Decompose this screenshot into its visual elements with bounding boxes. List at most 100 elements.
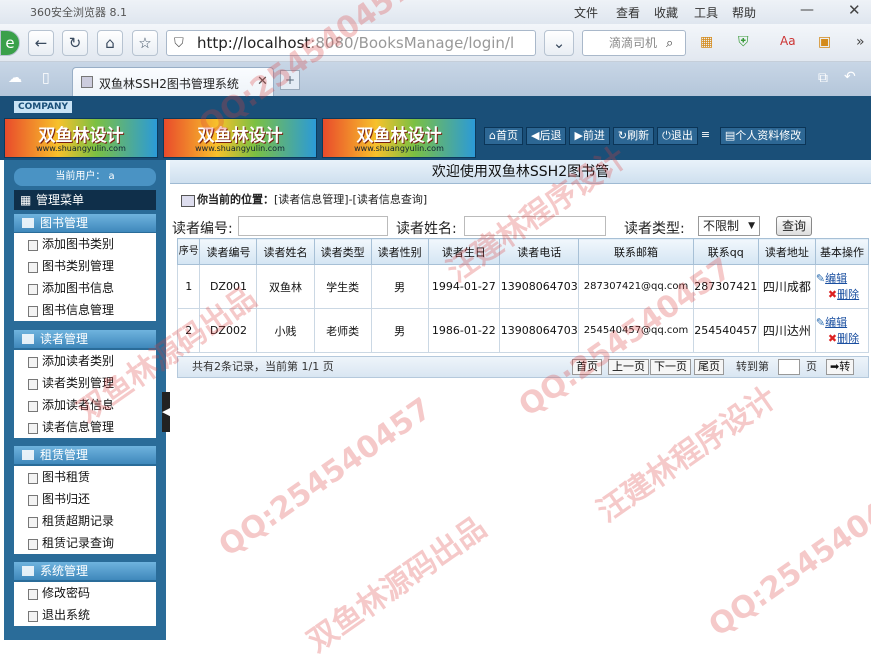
sidebar-item-logout[interactable]: 退出系统	[14, 604, 156, 626]
next-page-button[interactable]: 下一页	[650, 359, 691, 375]
chevron-down-icon[interactable]: ⌄	[544, 30, 574, 56]
prev-page-button[interactable]: 上一页	[608, 359, 649, 375]
first-page-button[interactable]: 首页	[572, 359, 602, 375]
sidebar-item-add-book-category[interactable]: 添加图书类别	[14, 233, 156, 255]
cell-actions: ✎编辑 ✖删除	[814, 308, 870, 353]
nav-refresh-button[interactable]: ↻刷新	[612, 127, 655, 145]
logo-text: 双鱼林设计	[356, 126, 442, 146]
refresh-icon[interactable]: ↻	[62, 30, 88, 56]
sidebar-item-book-category-manage[interactable]: 图书类别管理	[14, 255, 156, 277]
menu-tools[interactable]: 工具	[694, 4, 718, 21]
cell-email: 254540457@qq.com	[578, 308, 694, 353]
sidebar-item-rental-query[interactable]: 租赁记录查询	[14, 532, 156, 554]
close-tab-icon[interactable]: ✕	[257, 74, 268, 89]
extension-icon[interactable]: ▣	[818, 34, 831, 50]
reader-name-input[interactable]	[464, 216, 606, 236]
page-title: 欢迎使用双鱼林SSH2图书管	[170, 160, 871, 184]
edit-link[interactable]: ✎编辑	[816, 271, 868, 287]
cell-reader-birthday: 1986-01-22	[427, 308, 501, 353]
home-icon[interactable]: ⌂	[97, 30, 123, 56]
menu-group-rentals[interactable]: 租赁管理	[14, 446, 156, 464]
menu-group-readers-items: 添加读者类别 读者类别管理 添加读者信息 读者信息管理	[14, 350, 156, 438]
logo-url: www.shuangyulin.com	[36, 144, 126, 153]
filter-bar: 读者编号: 读者姓名: 读者类型:	[172, 214, 871, 238]
search-icon[interactable]: ⌕	[666, 36, 673, 51]
cell-qq: 287307421	[692, 264, 759, 309]
logo-url: www.shuangyulin.com	[195, 144, 285, 153]
menu-group-system-items: 修改密码 退出系统	[14, 582, 156, 626]
breadcrumb: 你当前的位置：[读者信息管理]-[读者信息查询]	[177, 191, 864, 209]
sidebar-item-book-rent[interactable]: 图书租赁	[14, 466, 156, 488]
apps-icon[interactable]: ▦	[700, 34, 713, 50]
chevron-down-icon: ▼	[748, 221, 755, 231]
menu-group-readers[interactable]: 读者管理	[14, 330, 156, 348]
delete-link[interactable]: ✖删除	[816, 331, 868, 347]
delete-icon: ✖	[827, 287, 838, 301]
menu-group-system[interactable]: 系统管理	[14, 562, 156, 580]
browser-tabbar: ☁ ▯ 双鱼林SSH2图书管理系统 ✕ + ⧉ ↶	[0, 62, 871, 96]
go-button[interactable]: ➡转	[826, 359, 855, 375]
table-header-row: 序号 读者编号 读者姓名 读者类型 读者性别 读者生日 读者电话 联系邮箱 联系…	[176, 238, 870, 265]
shield-icon: ⛉	[174, 36, 184, 51]
cell-reader-phone: 13908064703	[499, 308, 580, 353]
nav-profile-button[interactable]: ▤个人资料修改	[719, 127, 807, 145]
nav-logout-button[interactable]: ⏻退出	[657, 127, 698, 145]
menu-file[interactable]: 文件	[574, 4, 598, 21]
nav-home-button[interactable]: ⌂首页	[484, 127, 523, 145]
goto-page-input[interactable]	[778, 359, 800, 375]
menu-view[interactable]: 查看	[616, 4, 640, 21]
watermark: QQ:254540457	[212, 391, 439, 564]
sidebar-toggle[interactable]: ◀	[162, 392, 170, 432]
col-index: 序号	[176, 238, 201, 265]
tab-list-icon[interactable]: ▯	[42, 70, 50, 86]
sidebar-item-add-reader-info[interactable]: 添加读者信息	[14, 394, 156, 416]
sidebar-item-add-book-info[interactable]: 添加图书信息	[14, 277, 156, 299]
sidebar-item-book-info-manage[interactable]: 图书信息管理	[14, 299, 156, 321]
security-icon[interactable]: ⛨	[738, 34, 749, 50]
col-qq: 联系qq	[692, 238, 759, 265]
col-actions: 基本操作	[814, 238, 870, 265]
undo-icon[interactable]: ↶	[844, 69, 856, 85]
star-icon[interactable]: ☆	[132, 30, 158, 56]
cell-address: 四川成都	[757, 264, 816, 309]
more-icon[interactable]: »	[856, 34, 865, 50]
back-icon[interactable]: ←	[28, 30, 54, 56]
cell-reader-no: DZ002	[199, 308, 258, 353]
site-logo: 双鱼林设计 www.shuangyulin.com	[4, 118, 158, 158]
sidebar-item-reader-category-manage[interactable]: 读者类别管理	[14, 372, 156, 394]
sidebar-item-change-password[interactable]: 修改密码	[14, 582, 156, 604]
sidebar-item-book-return[interactable]: 图书归还	[14, 488, 156, 510]
col-reader-gender: 读者性别	[370, 238, 429, 265]
menu-favorites[interactable]: 收藏	[654, 4, 678, 21]
browser-tab[interactable]: 双鱼林SSH2图书管理系统 ✕	[72, 67, 274, 96]
menu-group-books[interactable]: 图书管理	[14, 214, 156, 232]
forward-icon: ▶	[574, 129, 583, 142]
cloud-icon[interactable]: ☁	[8, 70, 22, 86]
nav-forward-button[interactable]: ▶前进	[569, 127, 610, 145]
address-bar[interactable]: http://localhost:8080/BooksManage/login/…	[166, 30, 536, 56]
minimize-icon[interactable]: —	[800, 2, 814, 18]
nav-back-button[interactable]: ◀后退	[525, 127, 567, 145]
cell-index: 1	[176, 264, 201, 309]
reader-type-select[interactable]: 不限制 ▼	[698, 216, 760, 236]
last-page-button[interactable]: 尾页	[694, 359, 724, 375]
translate-icon[interactable]: Aa	[780, 34, 796, 48]
reader-table: 序号 读者编号 读者姓名 读者类型 读者性别 读者生日 读者电话 联系邮箱 联系…	[176, 238, 870, 353]
menu-grid-icon: ▦	[20, 193, 32, 207]
pager: 共有2条记录，当前第 1/1 页 首页 上一页 下一页 尾页 转到第 页 ➡转	[177, 356, 869, 378]
reader-no-input[interactable]	[238, 216, 388, 236]
sidebar-item-add-reader-category[interactable]: 添加读者类别	[14, 350, 156, 372]
cell-reader-gender: 男	[370, 264, 429, 309]
close-window-icon[interactable]: ✕	[848, 1, 861, 19]
site-logo-3: 双鱼林设计 www.shuangyulin.com	[322, 118, 476, 158]
menu-group-books-items: 添加图书类别 图书类别管理 添加图书信息 图书信息管理	[14, 233, 156, 321]
new-tab-icon[interactable]: +	[280, 70, 300, 90]
page-unit-label: 页	[806, 360, 817, 373]
sidebar-item-overdue-records[interactable]: 租赁超期记录	[14, 510, 156, 532]
edit-link[interactable]: ✎编辑	[816, 315, 868, 331]
sidebar-item-reader-info-manage[interactable]: 读者信息管理	[14, 416, 156, 438]
restore-tab-icon[interactable]: ⧉	[818, 70, 828, 86]
menu-help[interactable]: 帮助	[732, 4, 756, 21]
delete-link[interactable]: ✖删除	[816, 287, 868, 303]
query-button[interactable]: 查询	[776, 216, 812, 236]
